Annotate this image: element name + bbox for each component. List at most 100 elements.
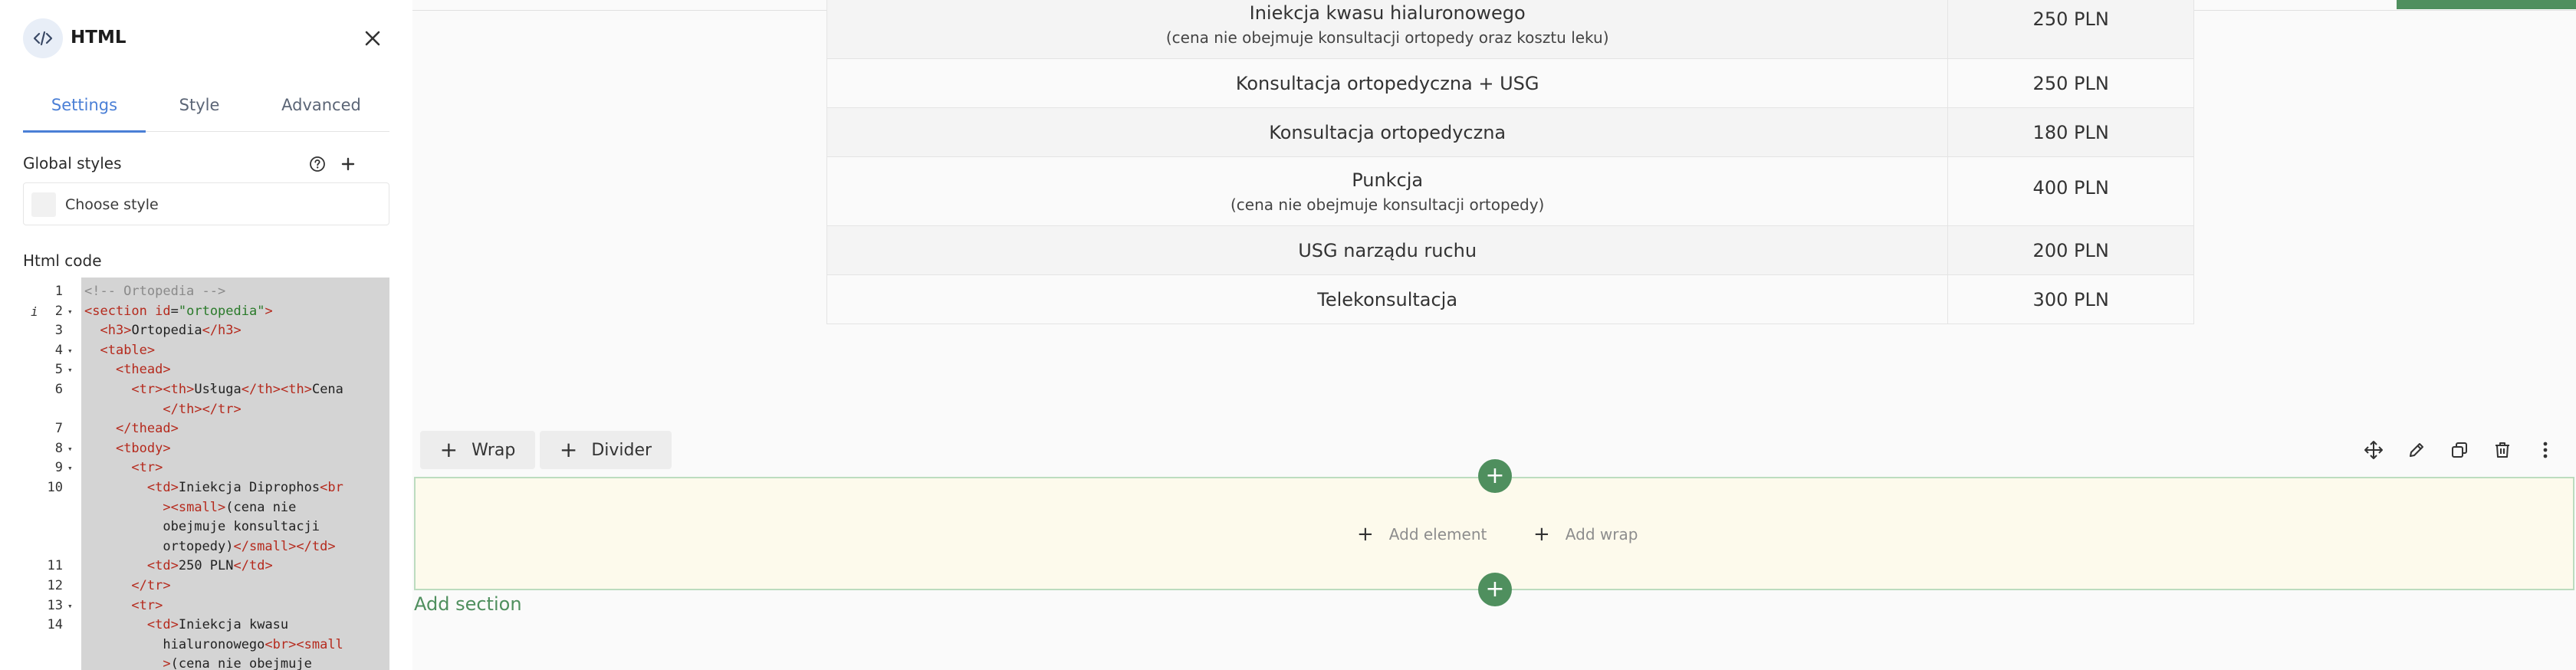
wrap-button-label: Wrap xyxy=(472,440,516,460)
html-code-label: Html code xyxy=(23,251,102,270)
code-text: <tbody> xyxy=(115,440,171,456)
service-name: USG narządu ruchu xyxy=(1298,239,1477,261)
code-line: 1 <!-- Ortopedia --> xyxy=(23,282,389,302)
service-cell: Iniekcja kwasu hialuronowego (cena nie ob… xyxy=(826,0,1949,59)
page-canvas: Iniekcja kwasu hialuronowego (cena nie ob… xyxy=(412,0,2576,670)
code-text: <td>250 PLN</td> xyxy=(146,558,273,574)
line-number: 8 xyxy=(54,440,63,456)
code-text: <h3>Ortopedia</h3> xyxy=(100,323,242,339)
code-line: 12 </tr> xyxy=(23,576,389,596)
help-icon[interactable] xyxy=(308,155,327,173)
code-text: obejmuje konsultacji xyxy=(84,519,320,535)
duplicate-icon[interactable] xyxy=(2438,429,2481,471)
line-number: 2 xyxy=(54,303,63,319)
more-options-icon[interactable] xyxy=(2524,429,2567,471)
trash-icon[interactable] xyxy=(2481,429,2524,471)
info-marker-icon: i xyxy=(31,304,38,319)
price-cell: 180 PLN xyxy=(1947,107,2194,157)
code-line: obejmuje konsultacji xyxy=(23,517,389,537)
table-row: Iniekcja kwasu hialuronowego (cena nie ob… xyxy=(826,0,2194,59)
price-cell: 400 PLN xyxy=(1947,156,2194,226)
add-element-button[interactable]: + Add element xyxy=(1357,524,1487,544)
table-row: USG narządu ruchu 200 PLN xyxy=(826,225,2194,275)
fold-arrow-icon[interactable]: ▾ xyxy=(67,302,73,322)
add-wrap-inline-button[interactable]: + Add wrap xyxy=(1533,524,1638,544)
line-number: 6 xyxy=(54,382,63,397)
service-name: Telekonsultacja xyxy=(1317,288,1458,310)
plus-icon: + xyxy=(1533,523,1550,546)
add-divider-button[interactable]: + Divider xyxy=(540,431,672,469)
line-number: 4 xyxy=(54,342,63,358)
line-number: 9 xyxy=(54,460,63,476)
plus-icon: + xyxy=(559,437,578,462)
insert-above-plus-icon[interactable]: + xyxy=(1478,459,1512,493)
tab-settings[interactable]: Settings xyxy=(23,78,146,133)
price-cell: 300 PLN xyxy=(1947,274,2194,324)
element-settings-panel: HTML Settings Style Advanced Global styl… xyxy=(0,0,412,670)
html-code-editor[interactable]: 1 <!-- Ortopedia --> 2 i ▾ <section id="ortop… xyxy=(23,278,389,670)
code-line: 13 ▾ <tr> xyxy=(23,596,389,616)
code-text: hialuronowego<br><small xyxy=(84,636,343,652)
fold-arrow-icon[interactable]: ▾ xyxy=(67,341,73,361)
code-text: <!-- Ortopedia --> xyxy=(84,284,226,299)
panel-tabs: Settings Style Advanced xyxy=(23,78,389,133)
code-text: </th></tr> xyxy=(163,401,242,417)
table-row: Punkcja (cena nie obejmuje konsultacji or… xyxy=(826,156,2194,226)
line-number: 13 xyxy=(47,597,63,613)
service-name: Punkcja xyxy=(1352,169,1424,191)
close-icon[interactable] xyxy=(357,23,388,54)
code-text: <thead> xyxy=(115,362,171,378)
code-text: <tr><th>Usługa</th><th>Cena xyxy=(131,382,343,397)
price-cell: 250 PLN xyxy=(1947,0,2194,59)
code-text: <tr> xyxy=(131,460,163,476)
service-cell: USG narządu ruchu xyxy=(826,225,1949,275)
line-number: 10 xyxy=(47,480,63,495)
move-icon[interactable] xyxy=(2352,429,2395,471)
code-line: hialuronowego<br><small xyxy=(23,636,389,655)
code-text: <td>Iniekcja kwasu xyxy=(146,617,289,633)
code-line: 9 ▾ <tr> xyxy=(23,458,389,478)
code-text: >(cena nie obejmuje xyxy=(163,656,312,670)
edit-icon[interactable] xyxy=(2395,429,2438,471)
price-table-body: Iniekcja kwasu hialuronowego (cena nie ob… xyxy=(826,0,2194,324)
divider-button-label: Divider xyxy=(591,440,652,460)
add-wrap-button[interactable]: + Wrap xyxy=(420,431,535,469)
code-text: <tr> xyxy=(131,597,163,613)
fold-arrow-icon[interactable]: ▾ xyxy=(67,439,73,459)
service-name: Iniekcja kwasu hialuronowego xyxy=(1249,2,1526,24)
style-select-placeholder: Choose style xyxy=(65,196,159,213)
price-table: Iniekcja kwasu hialuronowego (cena nie ob… xyxy=(826,0,2194,324)
insert-below-plus-icon[interactable]: + xyxy=(1478,573,1512,606)
code-line: 7 </thead> xyxy=(23,419,389,439)
tab-style[interactable]: Style xyxy=(146,78,253,132)
line-number: 12 xyxy=(47,578,63,593)
code-text: </tr> xyxy=(131,578,171,593)
tab-advanced[interactable]: Advanced xyxy=(253,78,389,132)
code-line: ortopedy)</small></td> xyxy=(23,537,389,557)
style-select[interactable]: Choose style xyxy=(23,182,389,225)
code-line: </th></tr> xyxy=(23,400,389,420)
table-row: Telekonsultacja 300 PLN xyxy=(826,274,2194,324)
top-section-bar xyxy=(2397,0,2576,9)
panel-header: HTML xyxy=(0,0,412,78)
fold-arrow-icon[interactable]: ▾ xyxy=(67,596,73,616)
code-line: 10 <td>Iniekcja Diprophos<br xyxy=(23,478,389,498)
code-line: 2 i ▾ <section id="ortopedia"> xyxy=(23,302,389,322)
code-line: 3 <h3>Ortopedia</h3> xyxy=(23,321,389,341)
code-line: 5 ▾ <thead> xyxy=(23,360,389,380)
code-text: <table> xyxy=(100,342,156,358)
add-section-link[interactable]: Add section xyxy=(414,593,522,615)
price-cell: 250 PLN xyxy=(1947,58,2194,108)
service-note: (cena nie obejmuje konsultacji ortopedy … xyxy=(1165,28,1609,47)
fold-arrow-icon[interactable]: ▾ xyxy=(67,360,73,380)
service-cell: Konsultacja ortopedyczna + USG xyxy=(826,58,1949,108)
code-line: 4 ▾ <table> xyxy=(23,341,389,361)
fold-arrow-icon[interactable]: ▾ xyxy=(67,458,73,478)
add-element-label: Add element xyxy=(1388,525,1487,544)
service-note: (cena nie obejmuje konsultacji ortopedy) xyxy=(1230,195,1545,214)
code-line: 8 ▾ <tbody> xyxy=(23,439,389,459)
code-text: </thead> xyxy=(115,421,179,437)
plus-icon[interactable] xyxy=(339,155,357,173)
code-icon xyxy=(23,18,63,58)
line-number: 7 xyxy=(54,421,63,437)
